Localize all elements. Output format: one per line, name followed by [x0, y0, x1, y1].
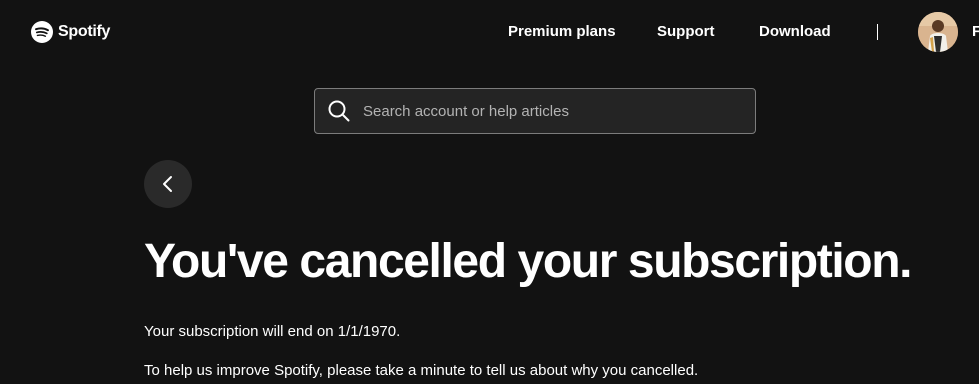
page-title: You've cancelled your subscription.: [144, 235, 912, 288]
nav-divider: [877, 24, 878, 40]
back-button[interactable]: [144, 160, 192, 208]
search-icon: [328, 100, 350, 122]
user-avatar: [918, 12, 958, 52]
feedback-prompt-text: To help us improve Spotify, please take …: [144, 362, 699, 379]
spotify-logo[interactable]: Spotify: [30, 20, 110, 44]
nav-support[interactable]: Support: [657, 23, 715, 40]
nav-download[interactable]: Download: [759, 23, 831, 40]
brand-name: Spotify: [58, 23, 111, 40]
subscription-end-text: Your subscription will end on 1/1/1970.: [144, 323, 401, 340]
nav-premium-plans[interactable]: Premium plans: [508, 23, 616, 40]
page: Spotify Premium plans Support Download F…: [0, 0, 979, 384]
search-input[interactable]: [363, 89, 755, 133]
spotify-logo-icon: [31, 21, 53, 43]
avatar[interactable]: [918, 12, 958, 52]
chevron-left-icon: [163, 176, 172, 192]
profile-name[interactable]: F: [972, 23, 979, 40]
search-bar[interactable]: [314, 88, 756, 134]
